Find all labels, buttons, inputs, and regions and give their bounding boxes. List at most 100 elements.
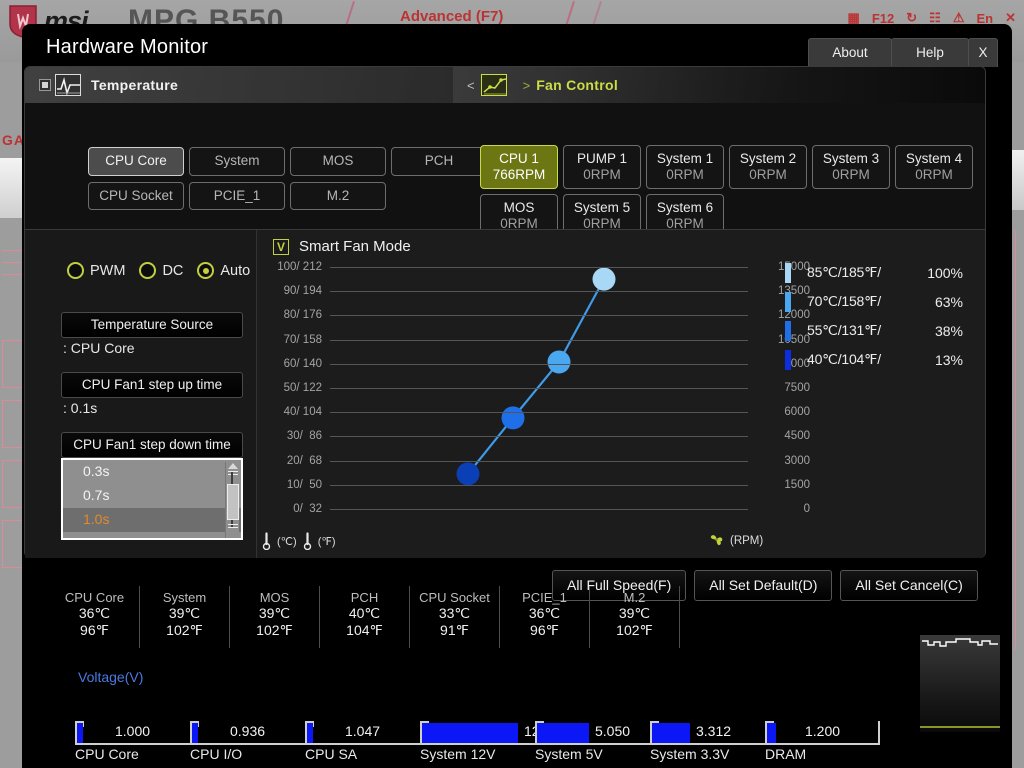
temp-readout-fahrenheit: 104℉: [346, 622, 383, 638]
radio-auto[interactable]: [197, 262, 215, 279]
fan-tab-rpm: 766RPM: [492, 166, 546, 182]
fan-curve-plot-area[interactable]: 100/ 212 15000 90/ 194 13500 80/ 176 12000 70/…: [277, 261, 810, 515]
fan-curve-point-2[interactable]: [547, 350, 571, 374]
gridline: [330, 267, 748, 268]
scroll-up-icon[interactable]: [227, 463, 238, 469]
fan-tab-cpu-1[interactable]: CPU 1 766RPM: [480, 145, 558, 190]
temperature-source-label[interactable]: Temperature Source: [61, 312, 243, 338]
hardware-monitor-dialog: Hardware Monitor About Help X Temperatur…: [22, 24, 1012, 768]
voltage-bar-fill: [307, 723, 313, 743]
gridline: [330, 460, 748, 462]
legend-swatch: [785, 349, 791, 370]
fan-tab-system-3[interactable]: System 3 0RPM: [812, 145, 890, 190]
y-axis-tick-right: 1500: [784, 478, 810, 491]
about-button[interactable]: About: [808, 38, 892, 67]
fan-control-panel-title: Fan Control: [536, 77, 619, 93]
voltage-bar-fill: [422, 723, 518, 743]
temp-readout-fahrenheit: 96℉: [80, 622, 109, 638]
fan-curve-legend: 85℃/185℉/ 100% 70℃/158℉/ 63% 55℃/131℉/ 38% 40℃…: [785, 258, 975, 374]
temp-tab-m2[interactable]: M.2: [290, 181, 386, 211]
temperature-axis-legend: (℃) (℉): [262, 532, 335, 551]
help-button[interactable]: Help: [891, 38, 969, 67]
page-title: Hardware Monitor: [46, 36, 209, 58]
radio-pwm[interactable]: [67, 262, 84, 279]
fan-curve-point-0[interactable]: [456, 462, 480, 486]
scrollbar-thumb[interactable]: [227, 484, 239, 520]
gridline: [330, 484, 748, 486]
voltage-rail-label: CPU Core: [75, 746, 139, 762]
prev-arrow-icon[interactable]: <: [467, 78, 475, 93]
next-arrow-icon[interactable]: >: [523, 78, 531, 93]
voltage-rail-label: System 12V: [420, 746, 496, 762]
radio-dc[interactable]: [139, 262, 157, 279]
gridline: [330, 436, 748, 438]
voltage-rail: 5.050 System 5V: [535, 721, 650, 763]
fan-tab-system-4[interactable]: System 4 0RPM: [895, 145, 973, 190]
legend-percent: 63%: [934, 293, 963, 310]
temp-tab-cpu-core[interactable]: CPU Core: [88, 147, 184, 176]
dropdown-option-2[interactable]: 1.0s: [63, 507, 241, 532]
fan-tab-rpm: 0RPM: [666, 166, 704, 182]
step-down-time-label[interactable]: CPU Fan1 step down time: [61, 432, 243, 458]
voltage-rail-label: System 3.3V: [650, 746, 730, 762]
fan-tab-pump-1[interactable]: PUMP 1 0RPM: [563, 145, 641, 190]
temp-readout-celsius: 33℃: [438, 605, 471, 621]
fan-curve-point-3[interactable]: [592, 267, 616, 291]
y-axis-tick-right: 6000: [784, 406, 810, 419]
temp-tab-mos[interactable]: MOS: [290, 147, 386, 176]
close-button[interactable]: X: [968, 38, 998, 67]
fan-tab-system-1[interactable]: System 1 0RPM: [646, 145, 724, 190]
radio-dc-label: DC: [162, 262, 184, 279]
fan-tab-rpm: 0RPM: [583, 166, 621, 182]
y-axis-tick-left: 10/ 50: [286, 478, 322, 491]
celsius-axis-label: (℃): [277, 535, 297, 548]
voltage-rail-label: CPU SA: [305, 746, 358, 762]
fan-tab-row-1: CPU 1 766RPM PUMP 1 0RPM System 1 0RPM S…: [480, 145, 973, 190]
voltage-rail-label: System 5V: [535, 746, 603, 762]
legend-row: 55℃/131℉/ 38%: [785, 316, 975, 345]
voltage-bar-fill: [537, 723, 589, 743]
fan-tab-label: System 3: [822, 151, 880, 166]
legend-percent: 100%: [927, 264, 963, 281]
fan-tab-label: System 4: [905, 151, 963, 166]
legend-temperature: 55℃/131℉/: [807, 322, 881, 338]
temp-tab-system[interactable]: System: [189, 147, 285, 176]
temp-tab-pcie-1[interactable]: PCIE_1: [189, 181, 285, 211]
temperature-source-value: : CPU Core: [63, 340, 135, 356]
smart-fan-mode-label: Smart Fan Mode: [299, 238, 411, 255]
y-axis-tick-left: 60/ 140: [283, 357, 322, 370]
checkbox-icon[interactable]: [39, 79, 51, 91]
voltage-value: 5.050: [595, 723, 631, 739]
temp-tab-cpu-socket[interactable]: CPU Socket: [88, 181, 184, 211]
smart-fan-mode-row[interactable]: V Smart Fan Mode: [273, 238, 411, 255]
temp-readout-celsius: 39℃: [258, 605, 291, 621]
fan-curve-path: [467, 278, 605, 475]
fan-tab-system-2[interactable]: System 2 0RPM: [729, 145, 807, 190]
voltage-rail: 1.047 CPU SA: [305, 721, 420, 763]
advanced-mode-label[interactable]: Advanced (F7): [400, 8, 503, 25]
legend-row: 85℃/185℉/ 100%: [785, 258, 975, 287]
fan-icon: [709, 532, 724, 550]
legend-swatch: [785, 262, 791, 283]
dropdown-option-1[interactable]: 0.7s: [63, 484, 241, 508]
temp-readout-name: M.2: [623, 590, 646, 605]
y-axis-tick-left: 70/ 158: [283, 333, 322, 346]
y-axis-tick-left: 50/ 122: [283, 382, 322, 394]
voltage-value: 3.312: [696, 723, 732, 739]
smart-fan-checkbox[interactable]: V: [273, 238, 289, 255]
gridline: [330, 412, 748, 414]
temperature-readout-strip: CPU Core 36℃ 96℉ System 39℃ 102℉ MOS 39℃ 102℉ PCH…: [50, 586, 990, 648]
fan-control-panel-header[interactable]: < > Fan Control: [453, 67, 985, 103]
temperature-panel-header[interactable]: Temperature: [25, 67, 453, 103]
bios-right-white-panel: [1010, 150, 1024, 210]
fan-curve-point-1[interactable]: [501, 406, 525, 430]
gridline: [330, 315, 748, 317]
dropdown-option-0[interactable]: 0.3s: [63, 460, 241, 484]
temperature-tab-row-2: CPU Socket PCIE_1 M.2: [88, 181, 487, 211]
step-up-time-label[interactable]: CPU Fan1 step up time: [61, 372, 243, 398]
step-down-time-dropdown[interactable]: 0.3s 0.7s 1.0s: [61, 458, 243, 540]
temp-readout-cell: CPU Core 36℃ 96℉: [50, 586, 140, 648]
temp-readout-cell: CPU Socket 33℃ 91℉: [410, 586, 500, 648]
dropdown-scrollbar[interactable]: [225, 462, 239, 538]
temp-tab-pch[interactable]: PCH: [391, 147, 487, 176]
